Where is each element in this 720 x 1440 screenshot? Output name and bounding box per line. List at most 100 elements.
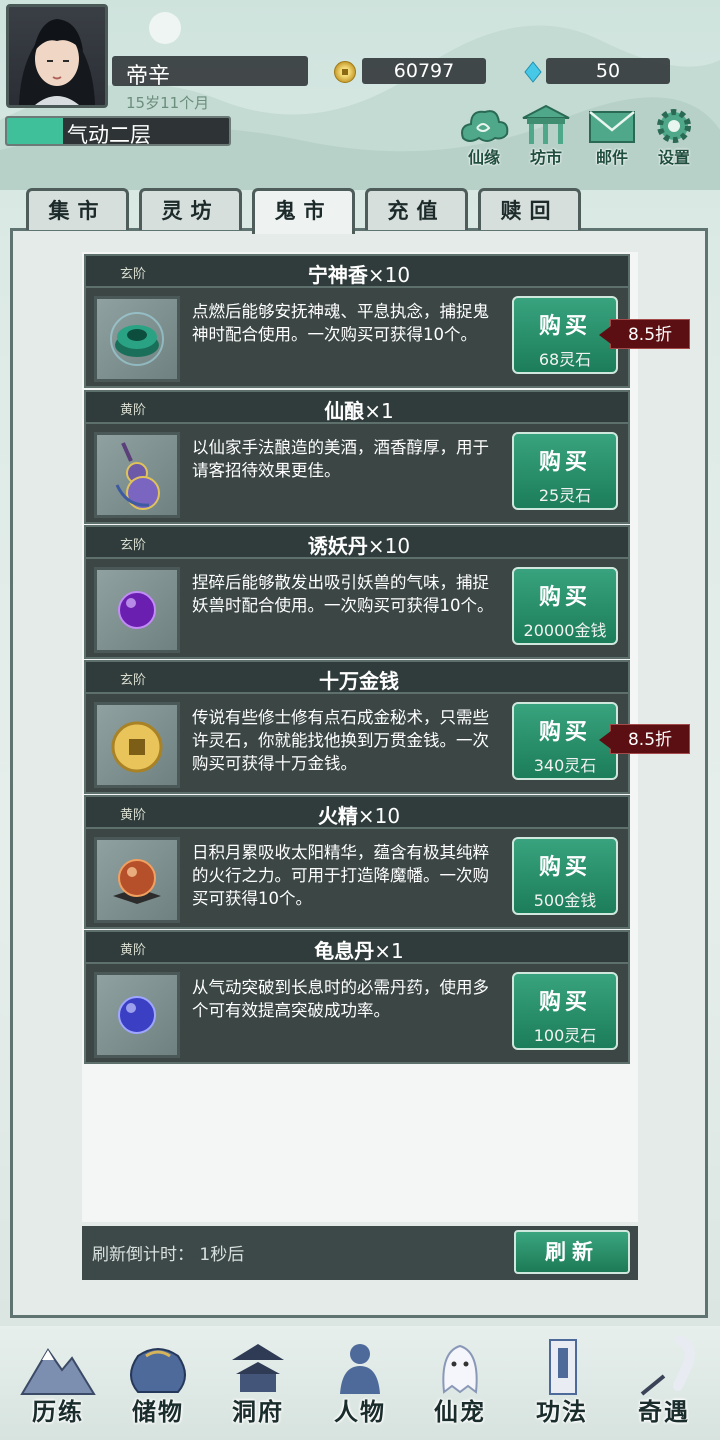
buy-button[interactable]: 购买 20000金钱 <box>512 567 618 645</box>
item-description: 从气动突破到长息时的必需丹药，使用多个可有效提高突破成功率。 <box>192 978 489 1020</box>
tab-guishi[interactable]: 鬼市 <box>252 188 355 234</box>
item-icon-frame <box>94 837 180 923</box>
tab-chongzhi[interactable]: 充值 <box>365 188 468 230</box>
shop-item: 玄阶 十万金钱 传说有些修士修有点石成金秘术，只需些许灵石，你就能找他换到万贯金… <box>84 660 630 794</box>
palace-icon <box>232 1344 284 1392</box>
item-qty: ×10 <box>357 804 401 828</box>
item-icon-frame <box>94 296 180 382</box>
gems-value: 50 <box>546 58 670 84</box>
shop-item: 玄阶 诱妖丹×10 捏碎后能够散发出吸引妖兽的气味，捕捉妖兽时配合使用。一次购买… <box>84 525 630 659</box>
top-button-label: 仙缘 <box>467 148 500 167</box>
player-avatar[interactable] <box>6 4 108 108</box>
mail-icon <box>589 111 635 143</box>
nav-label: 历练 <box>32 1398 84 1426</box>
top-button-label: 坊市 <box>529 148 562 167</box>
blue-pill-icon <box>118 996 156 1034</box>
item-title: 诱妖丹×10 <box>86 530 632 559</box>
item-name: 诱妖丹 <box>307 534 368 558</box>
item-body: 日积月累吸收太阳精华，蕴含有极其纯粹的火行之力。可用于打造降魔幡。一次购买可获得… <box>84 829 630 929</box>
buy-button[interactable]: 购买 500金钱 <box>512 837 618 915</box>
gourd-icon <box>115 442 160 510</box>
nav-gongfa[interactable]: 功法 <box>512 1336 612 1436</box>
nav-dongfu[interactable]: 洞府 <box>208 1336 308 1436</box>
coins-value: 60797 <box>362 58 486 84</box>
item-qty: ×1 <box>374 939 404 963</box>
item-name: 宁神香 <box>307 263 368 287</box>
item-name: 火精 <box>317 804 358 828</box>
nav-label: 功法 <box>536 1398 588 1426</box>
item-header: 玄阶 十万金钱 <box>84 660 630 694</box>
pavilion-icon <box>522 104 570 144</box>
shop-item: 黄阶 仙酿×1 以仙家手法酿造的美酒，酒香醇厚，用于请客招待效果更佳。 购买 2… <box>84 390 630 524</box>
tab-shuhui[interactable]: 赎回 <box>478 188 581 230</box>
top-button-fangshi[interactable]: 坊市 <box>518 104 574 167</box>
avatar-portrait-icon <box>19 19 95 105</box>
refresh-button[interactable]: 刷新 <box>514 1230 630 1274</box>
buy-price: 500金钱 <box>533 891 597 910</box>
realm-label: 气动二层 <box>67 123 151 146</box>
coin-icon <box>111 721 163 773</box>
item-header: 玄阶 诱妖丹×10 <box>84 525 630 559</box>
tab-jishi[interactable]: 集市 <box>26 188 129 230</box>
item-icon-frame <box>94 432 180 518</box>
nav-label: 储物 <box>132 1398 184 1426</box>
player-name: 帝辛 <box>126 64 171 89</box>
item-description: 捏碎后能够散发出吸引妖兽的气味，捕捉妖兽时配合使用。一次购买可获得10个。 <box>192 573 494 615</box>
top-button-xianyuan[interactable]: 仙缘 <box>456 104 512 167</box>
item-icon-frame <box>94 702 180 788</box>
shop-item: 玄阶 宁神香×10 点燃后能够安抚神魂、平息执念，捕捉鬼神时配合使用。一次购买可… <box>84 254 630 388</box>
nav-lilian[interactable]: 历练 <box>8 1336 108 1436</box>
refresh-countdown: 刷新倒计时： 1秒后 <box>92 1245 245 1265</box>
item-title: 仙酿×1 <box>86 395 632 424</box>
nav-xianchong[interactable]: 仙宠 <box>410 1336 510 1436</box>
player-age: 15岁11个月 <box>126 94 210 112</box>
item-name: 仙酿 <box>324 399 365 423</box>
item-name: 龟息丹 <box>314 939 375 963</box>
item-body: 传说有些修士修有点石成金秘术，只需些许灵石，你就能找他换到万贯金钱。一次购买可获… <box>84 694 630 794</box>
buy-price: 340灵石 <box>533 756 597 775</box>
nav-label: 人物 <box>334 1398 386 1426</box>
buy-price: 68灵石 <box>538 350 592 369</box>
top-button-label: 设置 <box>657 148 690 167</box>
nav-qiyu[interactable]: 奇遇 <box>614 1336 714 1436</box>
item-header: 黄阶 仙酿×1 <box>84 390 630 424</box>
shop-item: 黄阶 龟息丹×1 从气动突破到长息时的必需丹药，使用多个可有效提高突破成功率。 … <box>84 930 630 1064</box>
discount-badge: 8.5折 <box>599 319 690 349</box>
nav-chuwu[interactable]: 储物 <box>108 1336 208 1436</box>
item-description: 传说有些修士修有点石成金秘术，只需些许灵石，你就能找他换到万贯金钱。一次购买可获… <box>192 708 489 773</box>
nav-label: 奇遇 <box>638 1398 690 1426</box>
nav-label: 洞府 <box>232 1398 284 1426</box>
realm-progress-fill <box>7 118 63 144</box>
fire-orb-icon <box>113 859 161 904</box>
top-button-settings[interactable]: 设置 <box>646 104 702 167</box>
buy-label: 购买 <box>538 450 591 475</box>
person-icon <box>340 1344 380 1394</box>
buy-button[interactable]: 购买 100灵石 <box>512 972 618 1050</box>
item-header: 黄阶 龟息丹×1 <box>84 930 630 964</box>
buy-price: 100灵石 <box>533 1026 597 1045</box>
spirit-stone-icon <box>524 61 542 83</box>
item-title: 宁神香×10 <box>86 259 632 288</box>
buy-label: 购买 <box>538 990 591 1015</box>
nav-renwu[interactable]: 人物 <box>310 1336 410 1436</box>
item-header: 玄阶 宁神香×10 <box>84 254 630 288</box>
cloud-icon <box>461 110 509 142</box>
gear-icon <box>657 109 691 143</box>
item-header: 黄阶 火精×10 <box>84 795 630 829</box>
item-qty: ×10 <box>367 534 411 558</box>
buy-price: 20000金钱 <box>523 621 607 640</box>
buy-button[interactable]: 购买 25灵石 <box>512 432 618 510</box>
bag-icon <box>130 1348 186 1393</box>
refresh-bar: 刷新倒计时： 1秒后 刷新 <box>82 1226 638 1280</box>
item-icon-frame <box>94 972 180 1058</box>
item-body: 捏碎后能够散发出吸引妖兽的气味，捕捉妖兽时配合使用。一次购买可获得10个。 购买… <box>84 559 630 659</box>
incense-icon <box>110 312 164 366</box>
item-body: 点燃后能够安抚神魂、平息执念，捕捉鬼神时配合使用。一次购买可获得10个。 购买 … <box>84 288 630 388</box>
item-body: 从气动突破到长息时的必需丹药，使用多个可有效提高突破成功率。 购买 100灵石 <box>84 964 630 1064</box>
item-title: 火精×10 <box>86 800 632 829</box>
ghost-pet-icon <box>442 1344 478 1394</box>
scroll-book-icon <box>549 1339 577 1395</box>
shop-item: 黄阶 火精×10 日积月累吸收太阳精华，蕴含有极其纯粹的火行之力。可用于打造降魔… <box>84 795 630 929</box>
tab-lingfang[interactable]: 灵坊 <box>139 188 242 230</box>
top-button-mail[interactable]: 邮件 <box>584 104 640 167</box>
